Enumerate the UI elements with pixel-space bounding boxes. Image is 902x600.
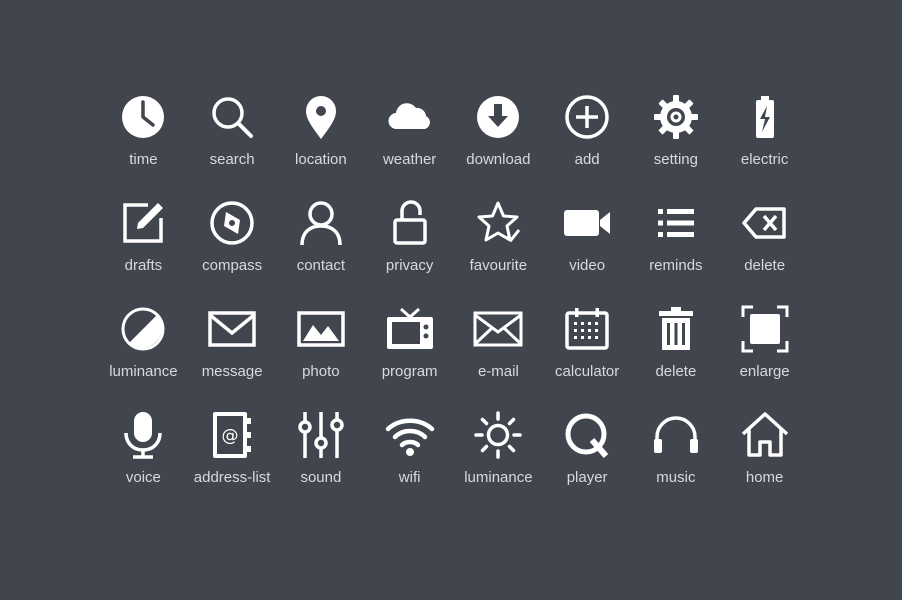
icon-label: photo xyxy=(302,363,340,380)
person-icon xyxy=(296,198,346,248)
icon-label: home xyxy=(745,469,784,486)
cloud-icon xyxy=(385,92,435,142)
icon-label: video xyxy=(569,257,606,274)
icon-label: wifi xyxy=(398,469,421,486)
envelope-icon xyxy=(207,304,257,354)
fullscreen-icon xyxy=(740,304,790,354)
icon-tile-contact: contact xyxy=(277,198,366,304)
icon-tile-luminance-sun: luminance xyxy=(454,410,543,516)
equalizer-sliders-icon xyxy=(296,410,346,460)
icon-label: delete xyxy=(655,363,697,380)
icon-tile-add: add xyxy=(543,92,632,198)
list-icon xyxy=(651,198,701,248)
star-check-icon xyxy=(473,198,523,248)
icon-label: luminance xyxy=(464,469,533,486)
icon-label: weather xyxy=(382,151,437,168)
icon-label: e-mail xyxy=(477,363,519,380)
icon-tile-calculator: calculator xyxy=(543,304,632,410)
wifi-icon xyxy=(385,410,435,460)
icon-tile-reminds: reminds xyxy=(632,198,721,304)
icon-label: compass xyxy=(202,257,263,274)
plus-circle-icon xyxy=(562,92,612,142)
icon-tile-time: time xyxy=(99,92,188,198)
clock-icon xyxy=(118,92,168,142)
video-camera-icon xyxy=(562,198,612,248)
compass-icon xyxy=(207,198,257,248)
icon-label: player xyxy=(566,469,608,486)
icon-label: contact xyxy=(296,257,346,274)
address-book-icon: @ xyxy=(207,410,257,460)
icon-label: music xyxy=(656,469,696,486)
unlocked-padlock-icon xyxy=(385,198,435,248)
icon-label: luminance xyxy=(109,363,178,380)
icon-label: program xyxy=(381,363,438,380)
icon-tile-favourite: favourite xyxy=(454,198,543,304)
microphone-icon xyxy=(118,410,168,460)
television-icon xyxy=(385,304,435,354)
icon-label: electric xyxy=(740,151,789,168)
icon-tile-home: home xyxy=(720,410,809,516)
contrast-icon xyxy=(118,304,168,354)
icon-label: privacy xyxy=(385,257,434,274)
icon-tile-sound: sound xyxy=(277,410,366,516)
icon-tile-program: program xyxy=(365,304,454,410)
sun-icon xyxy=(473,410,523,460)
icon-tile-video: video xyxy=(543,198,632,304)
edit-square-icon xyxy=(118,198,168,248)
magnifier-icon xyxy=(207,92,257,142)
icon-tile-enlarge: enlarge xyxy=(720,304,809,410)
icon-tile-weather: weather xyxy=(365,92,454,198)
mail-outline-icon xyxy=(473,304,523,354)
icon-label: favourite xyxy=(469,257,528,274)
icon-tile-location: location xyxy=(277,92,366,198)
battery-icon xyxy=(740,92,790,142)
icon-label: sound xyxy=(300,469,342,486)
icon-tile-drafts: drafts xyxy=(99,198,188,304)
icon-label: message xyxy=(201,363,263,380)
gear-icon xyxy=(651,92,701,142)
icon-label: drafts xyxy=(124,257,163,274)
icon-grid: time search location weather download ad… xyxy=(99,92,809,516)
icon-tile-music: music xyxy=(632,410,721,516)
icon-label: search xyxy=(209,151,255,168)
icon-tile-delete-trash: delete xyxy=(632,304,721,410)
icon-tile-voice: voice xyxy=(99,410,188,516)
icon-label: enlarge xyxy=(739,363,790,380)
icon-tile-e-mail: e-mail xyxy=(454,304,543,410)
trash-can-icon xyxy=(651,304,701,354)
picture-icon xyxy=(296,304,346,354)
icon-tile-compass: compass xyxy=(188,198,277,304)
calendar-grid-icon xyxy=(562,304,612,354)
map-pin-icon xyxy=(296,92,346,142)
icon-tile-privacy: privacy xyxy=(365,198,454,304)
icon-tile-setting: setting xyxy=(632,92,721,198)
backspace-icon xyxy=(740,198,790,248)
icon-label: setting xyxy=(653,151,698,168)
headphones-icon xyxy=(651,410,701,460)
icon-tile-delete: delete xyxy=(720,198,809,304)
icon-tile-luminance: luminance xyxy=(99,304,188,410)
icon-label: calculator xyxy=(555,363,620,380)
icon-label: reminds xyxy=(649,257,703,274)
icon-tile-address-list: @ address-list xyxy=(188,410,277,516)
svg-text:@: @ xyxy=(222,426,239,446)
q-player-icon xyxy=(562,410,612,460)
icon-tile-photo: photo xyxy=(277,304,366,410)
icon-tile-player: player xyxy=(543,410,632,516)
icon-label: voice xyxy=(125,469,161,486)
icon-tile-electric: electric xyxy=(720,92,809,198)
icon-label: add xyxy=(574,151,600,168)
icon-tile-wifi: wifi xyxy=(365,410,454,516)
icon-tile-download: download xyxy=(454,92,543,198)
download-arrow-icon xyxy=(473,92,523,142)
icon-tile-message: message xyxy=(188,304,277,410)
icon-label: delete xyxy=(744,257,786,274)
icon-label: download xyxy=(466,151,531,168)
icon-label: address-list xyxy=(193,469,271,486)
icon-label: location xyxy=(295,151,347,168)
icon-label: time xyxy=(129,151,158,168)
house-icon xyxy=(740,410,790,460)
icon-tile-search: search xyxy=(188,92,277,198)
